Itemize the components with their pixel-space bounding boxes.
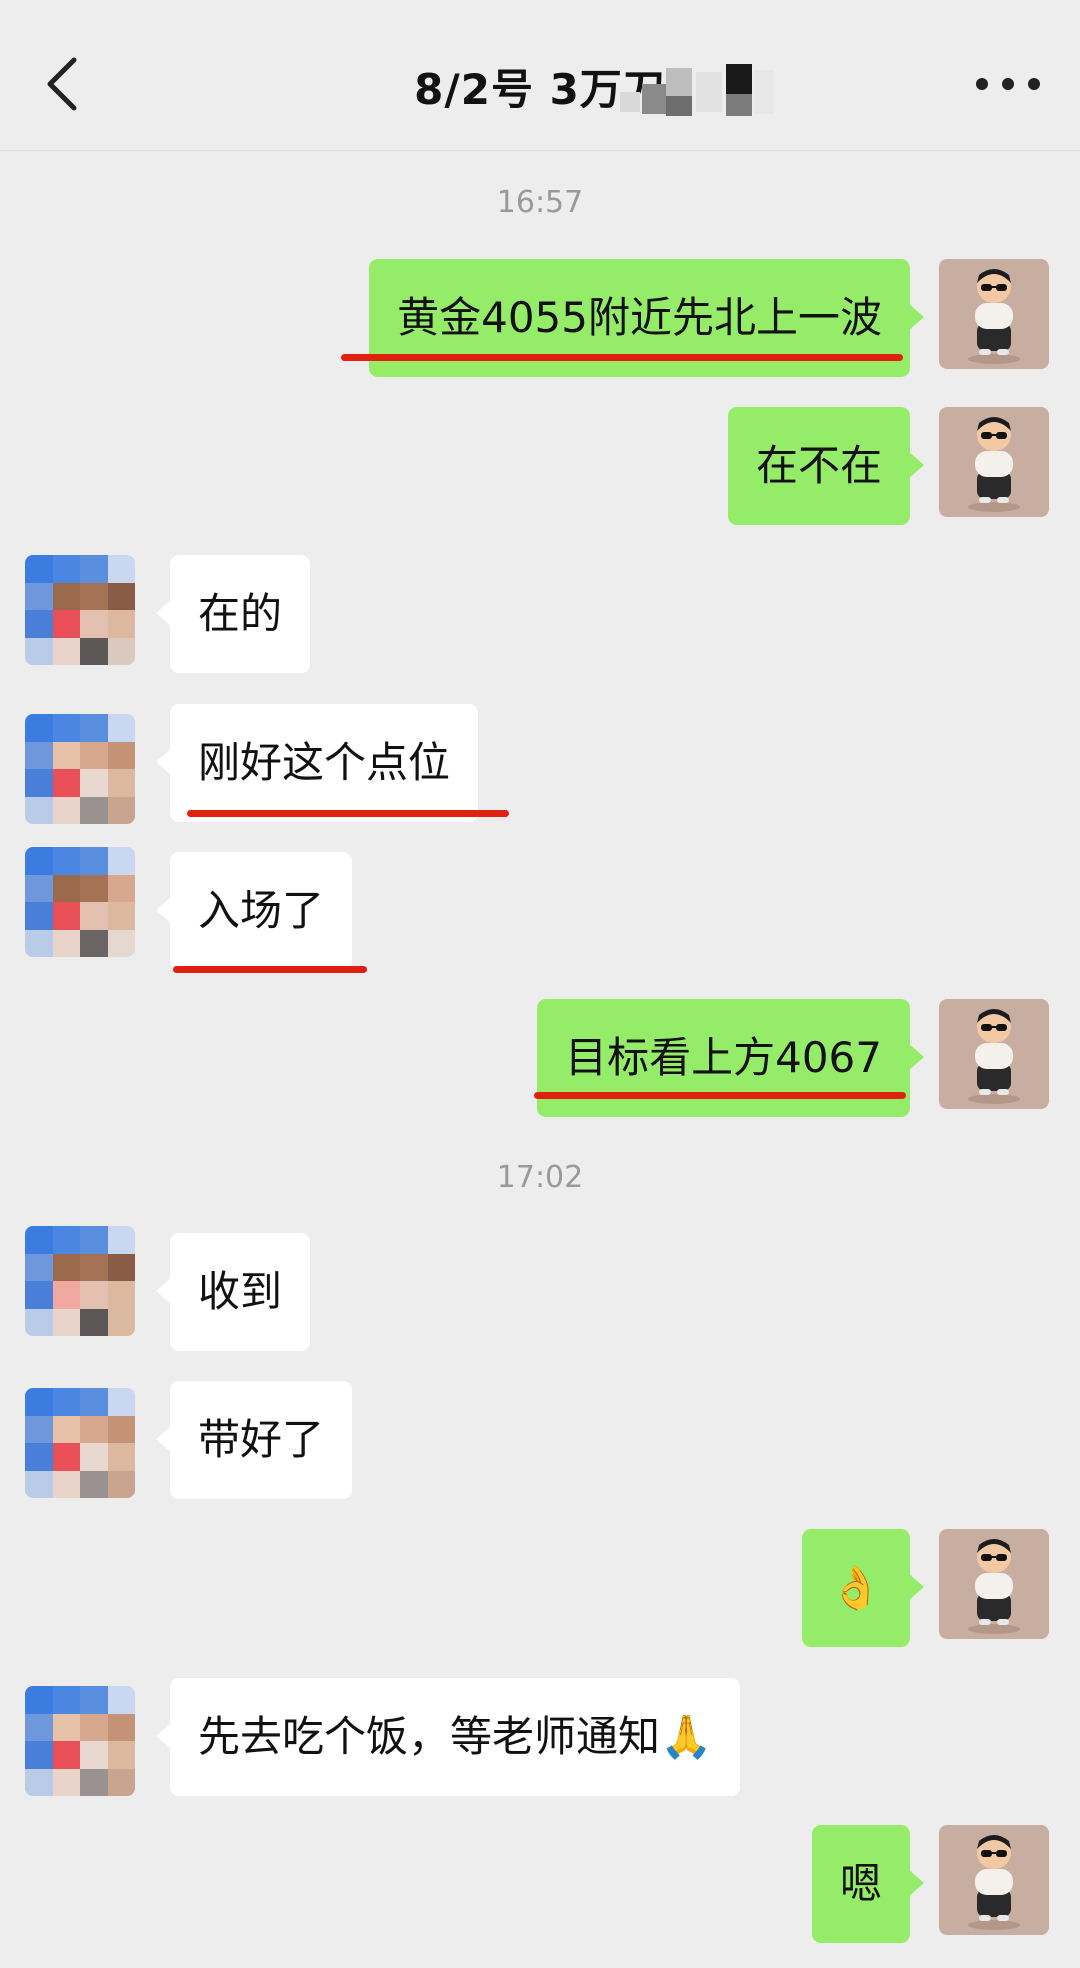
- cartoon-character-icon: [968, 1835, 1020, 1930]
- message-bubble-other[interactable]: 带好了: [155, 1381, 353, 1499]
- red-underline: [534, 1092, 906, 1099]
- message-bubble-other[interactable]: 刚好这个点位: [155, 704, 479, 822]
- chat-title: 8/2号 3万刀: [414, 65, 666, 114]
- redacted-name-mosaic: [620, 64, 780, 120]
- message-bubble-self[interactable]: 👌: [801, 1529, 925, 1647]
- message-text: 先去吃个饭，等老师通知🙏: [198, 1712, 713, 1761]
- pixelated-avatar: [25, 1686, 135, 1796]
- contact-avatar[interactable]: [25, 1686, 135, 1796]
- cartoon-character-icon: [968, 1539, 1020, 1634]
- contact-avatar[interactable]: [25, 714, 135, 824]
- self-avatar[interactable]: [939, 407, 1049, 517]
- pixelated-avatar: [25, 714, 135, 824]
- red-underline: [187, 810, 509, 817]
- message-text: 带好了: [198, 1415, 325, 1464]
- message-bubble-other[interactable]: 先去吃个饭，等老师通知🙏: [155, 1678, 741, 1796]
- cartoon-character-icon: [968, 417, 1020, 512]
- cartoon-character-icon: [968, 269, 1020, 364]
- pixelated-avatar: [25, 847, 135, 957]
- message-bubble-other[interactable]: 在的: [155, 555, 311, 673]
- message-text: 👌: [829, 1563, 882, 1612]
- message-text: 入场了: [198, 886, 325, 935]
- contact-avatar[interactable]: [25, 555, 135, 665]
- timestamp: 16:57: [496, 185, 584, 220]
- message-bubble-self[interactable]: 嗯: [811, 1825, 925, 1943]
- more-button[interactable]: [976, 72, 1040, 100]
- self-avatar[interactable]: [939, 999, 1049, 1109]
- pixelated-avatar: [25, 1388, 135, 1498]
- timestamp: 17:02: [496, 1160, 584, 1195]
- chat-header: 8/2号 3万刀: [0, 0, 1080, 151]
- red-underline: [173, 966, 367, 973]
- pixelated-avatar: [25, 555, 135, 665]
- contact-avatar[interactable]: [25, 1388, 135, 1498]
- self-avatar[interactable]: [939, 259, 1049, 369]
- message-text: 嗯: [839, 1859, 882, 1908]
- message-text: 在不在: [755, 441, 882, 490]
- cartoon-character-icon: [968, 1009, 1020, 1104]
- red-underline: [341, 354, 903, 361]
- message-bubble-other[interactable]: 收到: [155, 1233, 311, 1351]
- message-text: 刚好这个点位: [198, 738, 451, 787]
- pixelated-avatar: [25, 1226, 135, 1336]
- self-avatar[interactable]: [939, 1529, 1049, 1639]
- message-bubble-other[interactable]: 入场了: [155, 852, 353, 970]
- more-dots-icon: [976, 78, 988, 90]
- contact-avatar[interactable]: [25, 1226, 135, 1336]
- message-bubble-self[interactable]: 目标看上方4067: [537, 999, 924, 1117]
- message-bubble-self[interactable]: 在不在: [727, 407, 925, 525]
- self-avatar[interactable]: [939, 1825, 1049, 1935]
- message-text: 在的: [198, 589, 283, 638]
- message-text: 目标看上方4067: [565, 1033, 882, 1082]
- contact-avatar[interactable]: [25, 847, 135, 957]
- message-text: 收到: [198, 1267, 283, 1316]
